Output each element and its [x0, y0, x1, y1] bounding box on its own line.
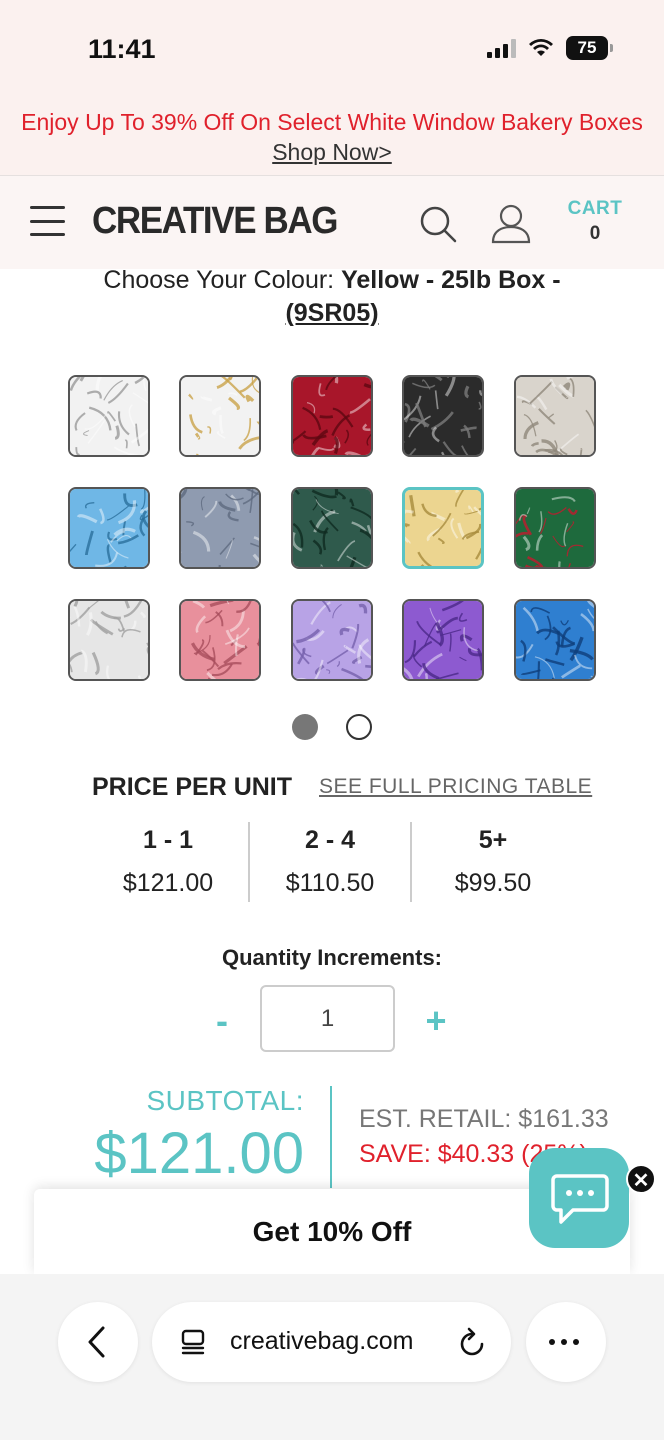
subtotal-label: SUBTOTAL: [146, 1085, 304, 1116]
page-menu-icon [181, 1329, 205, 1355]
promo-text: Enjoy Up To 39% Off On Select White Wind… [21, 109, 643, 135]
colour-prefix: Choose Your Colour: [103, 266, 335, 294]
ellipsis-icon [549, 1339, 579, 1345]
colour-code: (9SR05) [285, 299, 379, 327]
address-bar[interactable]: creativebag.com [152, 1302, 511, 1382]
tier-price: $121.00 [122, 869, 214, 897]
subtotal-value: $121.00 [94, 1121, 304, 1186]
status-bar: 11:41 75 [0, 0, 664, 95]
cart-label: CART [567, 198, 623, 219]
subtotal-divider [330, 1086, 332, 1188]
swatch-light-blue[interactable] [68, 487, 150, 569]
quantity-input[interactable] [260, 985, 395, 1052]
back-button[interactable] [58, 1302, 138, 1382]
shop-now-link[interactable]: Shop Now> [272, 139, 392, 165]
cart-button[interactable]: CART 0 [560, 198, 630, 245]
full-pricing-table-link[interactable]: SEE FULL PRICING TABLE [319, 775, 592, 799]
chat-button[interactable] [529, 1148, 629, 1248]
swatch-white[interactable] [68, 375, 150, 457]
swatch-yellow[interactable] [402, 487, 484, 569]
tier-quantity: 1 - 1 [142, 826, 194, 854]
promo-banner: Enjoy Up To 39% Off On Select White Wind… [0, 95, 664, 176]
tier-price: $110.50 [285, 869, 375, 897]
swatch-red-green[interactable] [514, 487, 596, 569]
price-tier: 2 - 4 $110.50 [250, 826, 410, 898]
site-header: CREATIVE BAG CART 0 [0, 176, 664, 269]
swatch-kraft[interactable] [514, 375, 596, 457]
browser-toolbar: creativebag.com [0, 1274, 664, 1440]
carousel-dot-active[interactable] [292, 714, 318, 740]
site-logo[interactable]: CREATIVE BAG [92, 200, 338, 243]
quantity-label: Quantity Increments: [221, 945, 443, 970]
status-time: 11:41 [88, 34, 156, 64]
swatch-hunter-green[interactable] [291, 487, 373, 569]
price-tier: 1 - 1 $121.00 [88, 826, 248, 898]
swatch-blue[interactable] [514, 599, 596, 681]
more-options-button[interactable] [526, 1302, 606, 1382]
tier-price: $99.50 [454, 869, 532, 897]
colour-selected-name: Yellow - 25lb Box - [341, 266, 561, 294]
account-icon[interactable] [490, 202, 532, 244]
swatch-silver[interactable] [179, 487, 261, 569]
swatch-white-gold[interactable] [179, 375, 261, 457]
chevron-left-icon [88, 1326, 105, 1358]
chat-bubble-icon [551, 1174, 609, 1224]
quantity-decrement-button[interactable]: - [202, 1000, 242, 1042]
search-icon[interactable] [418, 204, 458, 244]
swatch-pink[interactable] [179, 599, 261, 681]
swatch-purple[interactable] [402, 599, 484, 681]
wifi-icon [529, 39, 553, 56]
hamburger-menu-icon[interactable] [30, 206, 65, 236]
price-per-unit-heading: PRICE PER UNIT [92, 773, 293, 801]
status-icons: 75 [487, 36, 613, 60]
swatch-light-silver[interactable] [68, 599, 150, 681]
swatch-lavender[interactable] [291, 599, 373, 681]
reload-icon[interactable] [458, 1326, 488, 1358]
chat-close-icon[interactable]: ✕ [626, 1164, 656, 1194]
url-text: creativebag.com [230, 1327, 414, 1355]
tier-quantity: 5+ [478, 826, 508, 854]
swatch-black[interactable] [402, 375, 484, 457]
estimated-retail: EST. RETAIL: $161.33 [359, 1105, 609, 1133]
tier-quantity: 2 - 4 [304, 826, 356, 854]
price-tier: 5+ $99.50 [413, 826, 573, 898]
battery-icon: 75 [566, 36, 613, 60]
tier-divider [410, 822, 412, 902]
colour-selection-title: Choose Your Colour: Yellow - 25lb Box - … [0, 264, 664, 330]
swatch-red[interactable] [291, 375, 373, 457]
cart-count: 0 [589, 223, 601, 244]
signal-icon [487, 38, 516, 58]
carousel-dot[interactable] [346, 714, 372, 740]
quantity-increment-button[interactable]: + [416, 1000, 456, 1042]
